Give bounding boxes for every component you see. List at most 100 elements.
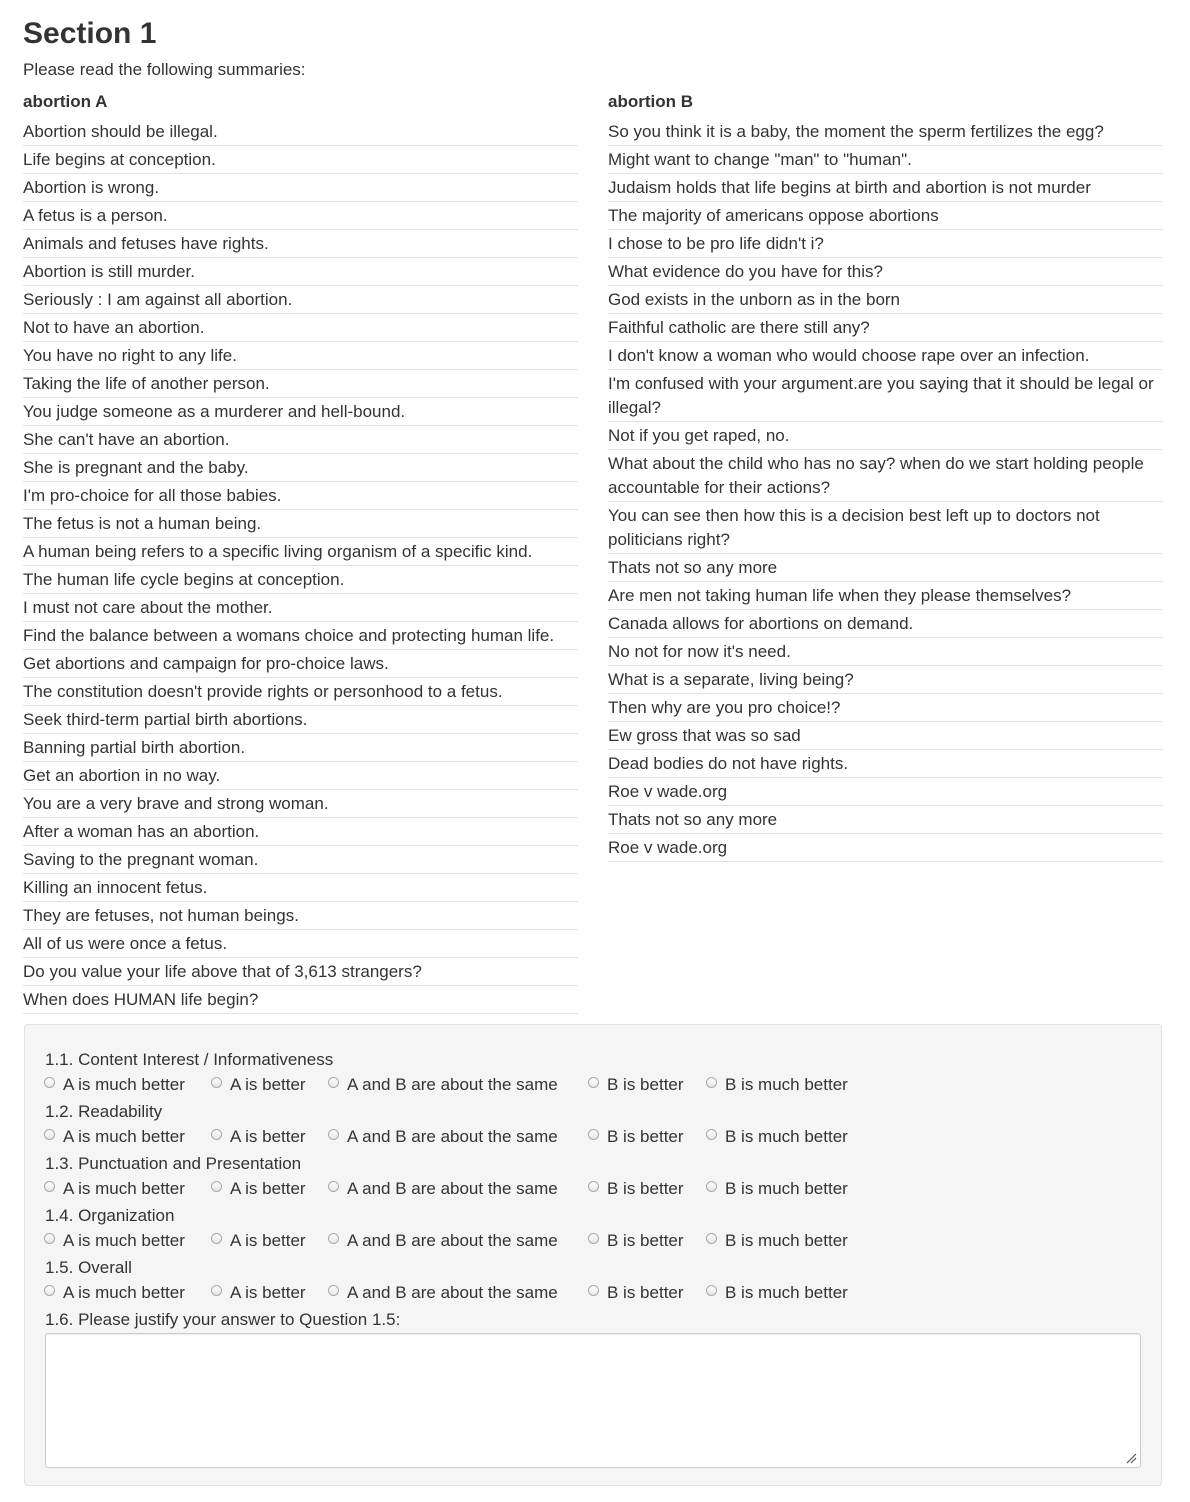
option-about-same[interactable]: A and B are about the same <box>328 1176 558 1202</box>
summary-b-item: What is a separate, living being? <box>608 666 1163 694</box>
summary-b-column: abortion B So you think it is a baby, th… <box>608 90 1163 862</box>
option-a-better[interactable]: A is better <box>211 1280 306 1306</box>
summary-b-item: Faithful catholic are there still any? <box>608 314 1163 342</box>
summary-b-item: Are men not taking human life when they … <box>608 582 1163 610</box>
radio-button[interactable] <box>588 1232 599 1244</box>
summary-b-item: The majority of americans oppose abortio… <box>608 202 1163 230</box>
summary-a-item: The human life cycle begins at conceptio… <box>23 566 578 594</box>
option-b-better[interactable]: B is better <box>588 1280 684 1306</box>
option-b-better[interactable]: B is better <box>588 1072 684 1098</box>
option-label: A is much better <box>63 1231 185 1250</box>
option-a-better[interactable]: A is better <box>211 1176 306 1202</box>
radio-button[interactable] <box>211 1232 222 1244</box>
radio-button[interactable] <box>44 1180 55 1192</box>
radio-button[interactable] <box>328 1128 339 1140</box>
summary-a-heading: abortion A <box>23 92 108 111</box>
option-about-same[interactable]: A and B are about the same <box>328 1280 558 1306</box>
radio-button[interactable] <box>328 1232 339 1244</box>
radio-button[interactable] <box>211 1076 222 1088</box>
summary-b-item: Canada allows for abortions on demand. <box>608 610 1163 638</box>
radio-button[interactable] <box>328 1076 339 1088</box>
option-label: A is better <box>230 1075 306 1094</box>
summary-a-item: When does HUMAN life begin? <box>23 986 578 1014</box>
resize-handle-icon[interactable] <box>1125 1452 1137 1464</box>
summary-a-item: Abortion is wrong. <box>23 174 578 202</box>
option-b-much-better[interactable]: B is much better <box>706 1176 848 1202</box>
option-label: A is better <box>230 1127 306 1146</box>
option-label: A is better <box>230 1283 306 1302</box>
rating-panel: 1.6. Please justify your answer to Quest… <box>24 1024 1162 1486</box>
summary-b-item: Might want to change "man" to "human". <box>608 146 1163 174</box>
option-label: B is better <box>607 1179 684 1198</box>
option-about-same[interactable]: A and B are about the same <box>328 1228 558 1254</box>
option-a-much-better[interactable]: A is much better <box>44 1072 185 1098</box>
summary-a-item: They are fetuses, not human beings. <box>23 902 578 930</box>
justify-textarea[interactable] <box>45 1333 1141 1468</box>
summary-a-item: She can't have an abortion. <box>23 426 578 454</box>
summary-b-item: Thats not so any more <box>608 806 1163 834</box>
option-b-better[interactable]: B is better <box>588 1228 684 1254</box>
radio-button[interactable] <box>328 1284 339 1296</box>
radio-button[interactable] <box>588 1128 599 1140</box>
survey-page: Section 1 Please read the following summ… <box>0 0 1190 1502</box>
radio-button[interactable] <box>44 1076 55 1088</box>
option-label: A and B are about the same <box>347 1127 558 1146</box>
option-a-much-better[interactable]: A is much better <box>44 1228 185 1254</box>
summary-b-item: I don't know a woman who would choose ra… <box>608 342 1163 370</box>
radio-button[interactable] <box>44 1128 55 1140</box>
question-label: 1.1. Content Interest / Informativeness <box>45 1050 334 1069</box>
option-b-much-better[interactable]: B is much better <box>706 1280 848 1306</box>
radio-button[interactable] <box>211 1180 222 1192</box>
justify-question-label: 1.6. Please justify your answer to Quest… <box>45 1310 401 1329</box>
option-label: A is better <box>230 1231 306 1250</box>
radio-button[interactable] <box>706 1128 717 1140</box>
summary-a-item: Abortion is still murder. <box>23 258 578 286</box>
option-about-same[interactable]: A and B are about the same <box>328 1124 558 1150</box>
summary-a-item: Seriously : I am against all abortion. <box>23 286 578 314</box>
option-a-much-better[interactable]: A is much better <box>44 1124 185 1150</box>
summary-a-item: All of us were once a fetus. <box>23 930 578 958</box>
radio-button[interactable] <box>328 1180 339 1192</box>
option-b-better[interactable]: B is better <box>588 1124 684 1150</box>
radio-button[interactable] <box>706 1180 717 1192</box>
summary-b-item: So you think it is a baby, the moment th… <box>608 118 1163 146</box>
summary-a-item: Get an abortion in no way. <box>23 762 578 790</box>
summary-a-item: Killing an innocent fetus. <box>23 874 578 902</box>
option-a-better[interactable]: A is better <box>211 1124 306 1150</box>
summary-a-item: Taking the life of another person. <box>23 370 578 398</box>
option-b-much-better[interactable]: B is much better <box>706 1228 848 1254</box>
option-a-better[interactable]: A is better <box>211 1228 306 1254</box>
option-label: A and B are about the same <box>347 1283 558 1302</box>
radio-button[interactable] <box>44 1232 55 1244</box>
radio-button[interactable] <box>706 1284 717 1296</box>
radio-button[interactable] <box>588 1076 599 1088</box>
radio-button[interactable] <box>588 1180 599 1192</box>
option-about-same[interactable]: A and B are about the same <box>328 1072 558 1098</box>
summary-a-item: Seek third-term partial birth abortions. <box>23 706 578 734</box>
option-label: A is much better <box>63 1075 185 1094</box>
summary-b-heading: abortion B <box>608 92 693 111</box>
radio-button[interactable] <box>44 1284 55 1296</box>
summary-b-item: What evidence do you have for this? <box>608 258 1163 286</box>
summary-b-item: Judaism holds that life begins at birth … <box>608 174 1163 202</box>
option-a-much-better[interactable]: A is much better <box>44 1280 185 1306</box>
option-label: A and B are about the same <box>347 1231 558 1250</box>
option-b-much-better[interactable]: B is much better <box>706 1124 848 1150</box>
option-b-better[interactable]: B is better <box>588 1176 684 1202</box>
radio-button[interactable] <box>588 1284 599 1296</box>
radio-button[interactable] <box>211 1128 222 1140</box>
rating-options: A is much better A is better A and B are a… <box>25 1280 1161 1306</box>
option-a-much-better[interactable]: A is much better <box>44 1176 185 1202</box>
summary-b-list: So you think it is a baby, the moment th… <box>608 118 1163 862</box>
summary-b-item: No not for now it's need. <box>608 638 1163 666</box>
radio-button[interactable] <box>211 1284 222 1296</box>
summary-a-item: I'm pro-choice for all those babies. <box>23 482 578 510</box>
option-a-better[interactable]: A is better <box>211 1072 306 1098</box>
summary-b-item: Not if you get raped, no. <box>608 422 1163 450</box>
option-b-much-better[interactable]: B is much better <box>706 1072 848 1098</box>
summary-b-item: Roe v wade.org <box>608 778 1163 806</box>
summary-b-item: Thats not so any more <box>608 554 1163 582</box>
radio-button[interactable] <box>706 1076 717 1088</box>
radio-button[interactable] <box>706 1232 717 1244</box>
summary-a-item: After a woman has an abortion. <box>23 818 578 846</box>
